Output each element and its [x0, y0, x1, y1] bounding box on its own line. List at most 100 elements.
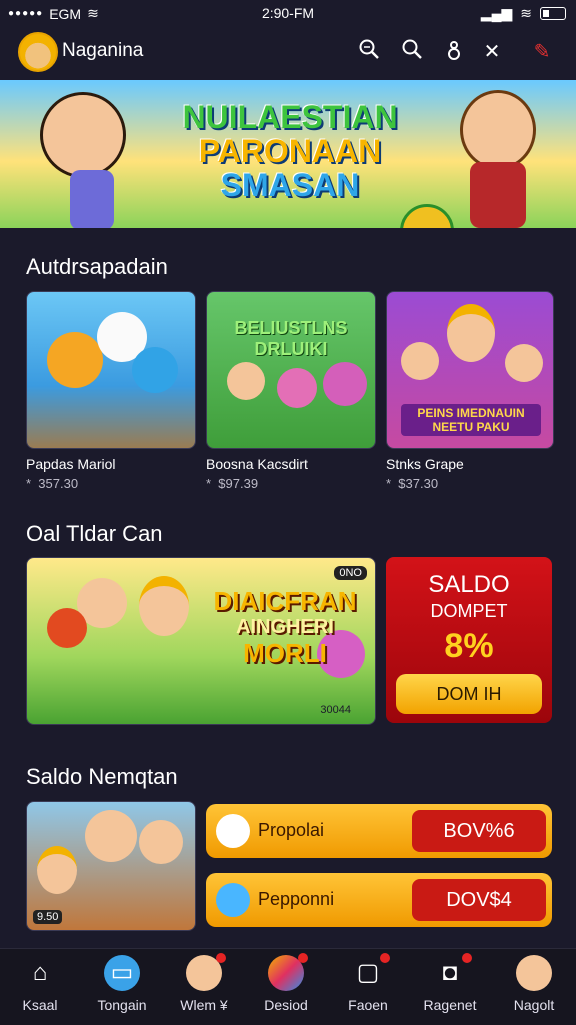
nav-item-ragenet[interactable]: ◘ Ragenet	[410, 953, 490, 1013]
nav-item-wlem[interactable]: Wlem ¥	[164, 953, 244, 1013]
feature-title: DIAICFRAN AINGHERI MORLI	[205, 588, 365, 666]
nav-item-tongain[interactable]: ▭ Tongain	[82, 953, 162, 1013]
card1-character-icon	[47, 332, 103, 388]
saldo-subtitle: DOMPET	[430, 601, 508, 621]
section1-title: Autdrsapadain	[26, 254, 168, 279]
feature-tag: 0NO	[334, 566, 367, 580]
feature-title-line2: AINGHERI	[236, 616, 334, 638]
feature-character2-icon	[139, 576, 189, 636]
game-card-1[interactable]	[26, 291, 196, 449]
balance-item-2[interactable]: Pepponni DOV$4	[206, 873, 552, 927]
nav-item-desiod[interactable]: Desiod	[246, 953, 326, 1013]
app-header: Naganina ✕ ✎	[0, 28, 576, 76]
card3-name: Stnks Grape	[386, 456, 464, 472]
balance-item-1-label: Propolai	[258, 820, 325, 840]
promo-banner[interactable]: NUILAESTIAN PARONAAN SMASAN	[0, 80, 576, 228]
balance-item-2-value: DOV$4	[412, 879, 546, 921]
game-card-2[interactable]: BELIUSTLNS DRLUIKI	[206, 291, 376, 449]
saldo-title: SALDO	[428, 571, 510, 598]
banner-title-line2: PARONAAN	[198, 133, 382, 169]
notification-badge	[380, 953, 390, 963]
pen-icon[interactable]: ✎	[528, 38, 556, 66]
card1-character3-icon	[132, 347, 178, 393]
pepponni-icon	[216, 883, 250, 917]
nav-label-faoen: Faoen	[348, 997, 388, 1013]
status-bar: ●●●●● EGM ≋ 2:90-FM ▂▄▆ ≋	[0, 0, 576, 28]
card3-price: * $37.30	[386, 476, 439, 491]
banner-title-line1: NUILAESTIAN	[182, 99, 398, 135]
signal-icon: ▂▄▆	[480, 5, 513, 21]
ball-icon	[268, 953, 308, 991]
feature-game-card[interactable]: DIAICFRAN AINGHERI MORLI 0NO 30044	[26, 557, 376, 725]
card2-price-value: $97.39	[218, 476, 259, 491]
card1-price: * 357.30	[26, 476, 79, 491]
saldo-percent: 8%	[444, 627, 494, 665]
thumb-character3-icon	[139, 820, 183, 864]
magnifier-icon[interactable]	[398, 38, 426, 66]
card2-character-icon	[227, 362, 265, 400]
banner-character-right-body	[470, 162, 526, 228]
card2-price: * $97.39	[206, 476, 259, 491]
nav-label-desiod: Desiod	[264, 997, 308, 1013]
saldo-button[interactable]: DOM IH	[396, 674, 542, 714]
feature-title-line1: DIAICFRAN	[213, 586, 357, 616]
wifi-icon-right: ≋	[520, 5, 532, 21]
thumb-character2-icon	[85, 810, 137, 862]
avatar[interactable]	[18, 32, 58, 72]
notification-badge	[298, 953, 308, 963]
card3-character3-icon	[505, 344, 543, 382]
card2-monster-icon	[277, 368, 317, 408]
feature-pompom-icon	[47, 608, 87, 648]
feature-counter: 30044	[320, 704, 351, 716]
nav-item-home[interactable]: ⌂ Ksaal	[0, 953, 80, 1013]
status-right: ▂▄▆ ≋	[481, 5, 566, 22]
section3-title: Saldo Nemqtan	[26, 764, 178, 789]
user-icon[interactable]	[440, 38, 468, 66]
profile-avatar-icon	[516, 955, 552, 991]
game-card-3[interactable]: PEINS IMEDNAUIN NEETU PAKU	[386, 291, 554, 449]
nav-item-nagolt[interactable]: Nagolt	[494, 953, 574, 1013]
banner-title-line3: SMASAN	[220, 167, 360, 203]
search-icon[interactable]	[355, 38, 383, 66]
card2-name: Boosna Kacsdirt	[206, 456, 308, 472]
home-icon: ⌂	[32, 959, 48, 986]
tv-icon: ▭	[104, 955, 140, 991]
section2-title: Oal Tldar Can	[26, 521, 163, 546]
saldo-wallet-card: SALDO DOMPET 8% DOM IH	[386, 557, 552, 723]
balance-item-2-label: Pepponni	[258, 889, 335, 909]
card1-name: Papdas Mariol	[26, 456, 116, 472]
bottom-nav: ⌂ Ksaal ▭ Tongain Wlem ¥ Desiod ▢ Faoen …	[0, 948, 576, 1025]
character-avatar-icon	[186, 953, 226, 991]
notification-badge	[216, 953, 226, 963]
card3-price-value: $37.30	[398, 476, 439, 491]
feature-title-line3: MORLI	[243, 638, 327, 668]
balance-item-1-value: BOV%6	[412, 810, 546, 852]
banner-ball-right-icon	[400, 204, 454, 228]
nav-label-tongain: Tongain	[97, 997, 147, 1013]
nav-label-home: Ksaal	[22, 997, 58, 1013]
nav-label-wlem: Wlem ¥	[180, 997, 228, 1013]
banner-character-left	[40, 92, 126, 178]
camera-icon: ◘	[432, 953, 472, 991]
chat-icon: ▢	[350, 953, 390, 991]
thumb-price: 9.50	[33, 910, 63, 924]
nav-label-nagolt: Nagolt	[513, 997, 555, 1013]
banner-character-right	[460, 90, 536, 170]
notification-badge	[462, 953, 472, 963]
card3-character2-icon	[401, 342, 439, 380]
thumb-character-icon	[37, 846, 77, 894]
balance-item-1[interactable]: Propolai BOV%6	[206, 804, 552, 858]
card2-overlay-title: BELIUSTLNS DRLUIKI	[234, 318, 348, 359]
nav-label-ragenet: Ragenet	[423, 997, 477, 1013]
card3-overlay-title: PEINS IMEDNAUIN NEETU PAKU	[401, 404, 541, 436]
banner-title: NUILAESTIAN PARONAAN SMASAN	[180, 100, 400, 202]
nav-item-faoen[interactable]: ▢ Faoen	[328, 953, 408, 1013]
saldo-thumb-card[interactable]: 9.50	[26, 801, 196, 931]
card1-price-value: 357.30	[38, 476, 79, 491]
close-icon[interactable]: ✕	[478, 38, 506, 66]
card3-character-icon	[447, 304, 495, 362]
banner-character-body	[70, 170, 114, 228]
battery-icon	[540, 7, 566, 20]
card2-monster2-icon	[323, 362, 367, 406]
app-title: Naganina	[62, 40, 144, 61]
